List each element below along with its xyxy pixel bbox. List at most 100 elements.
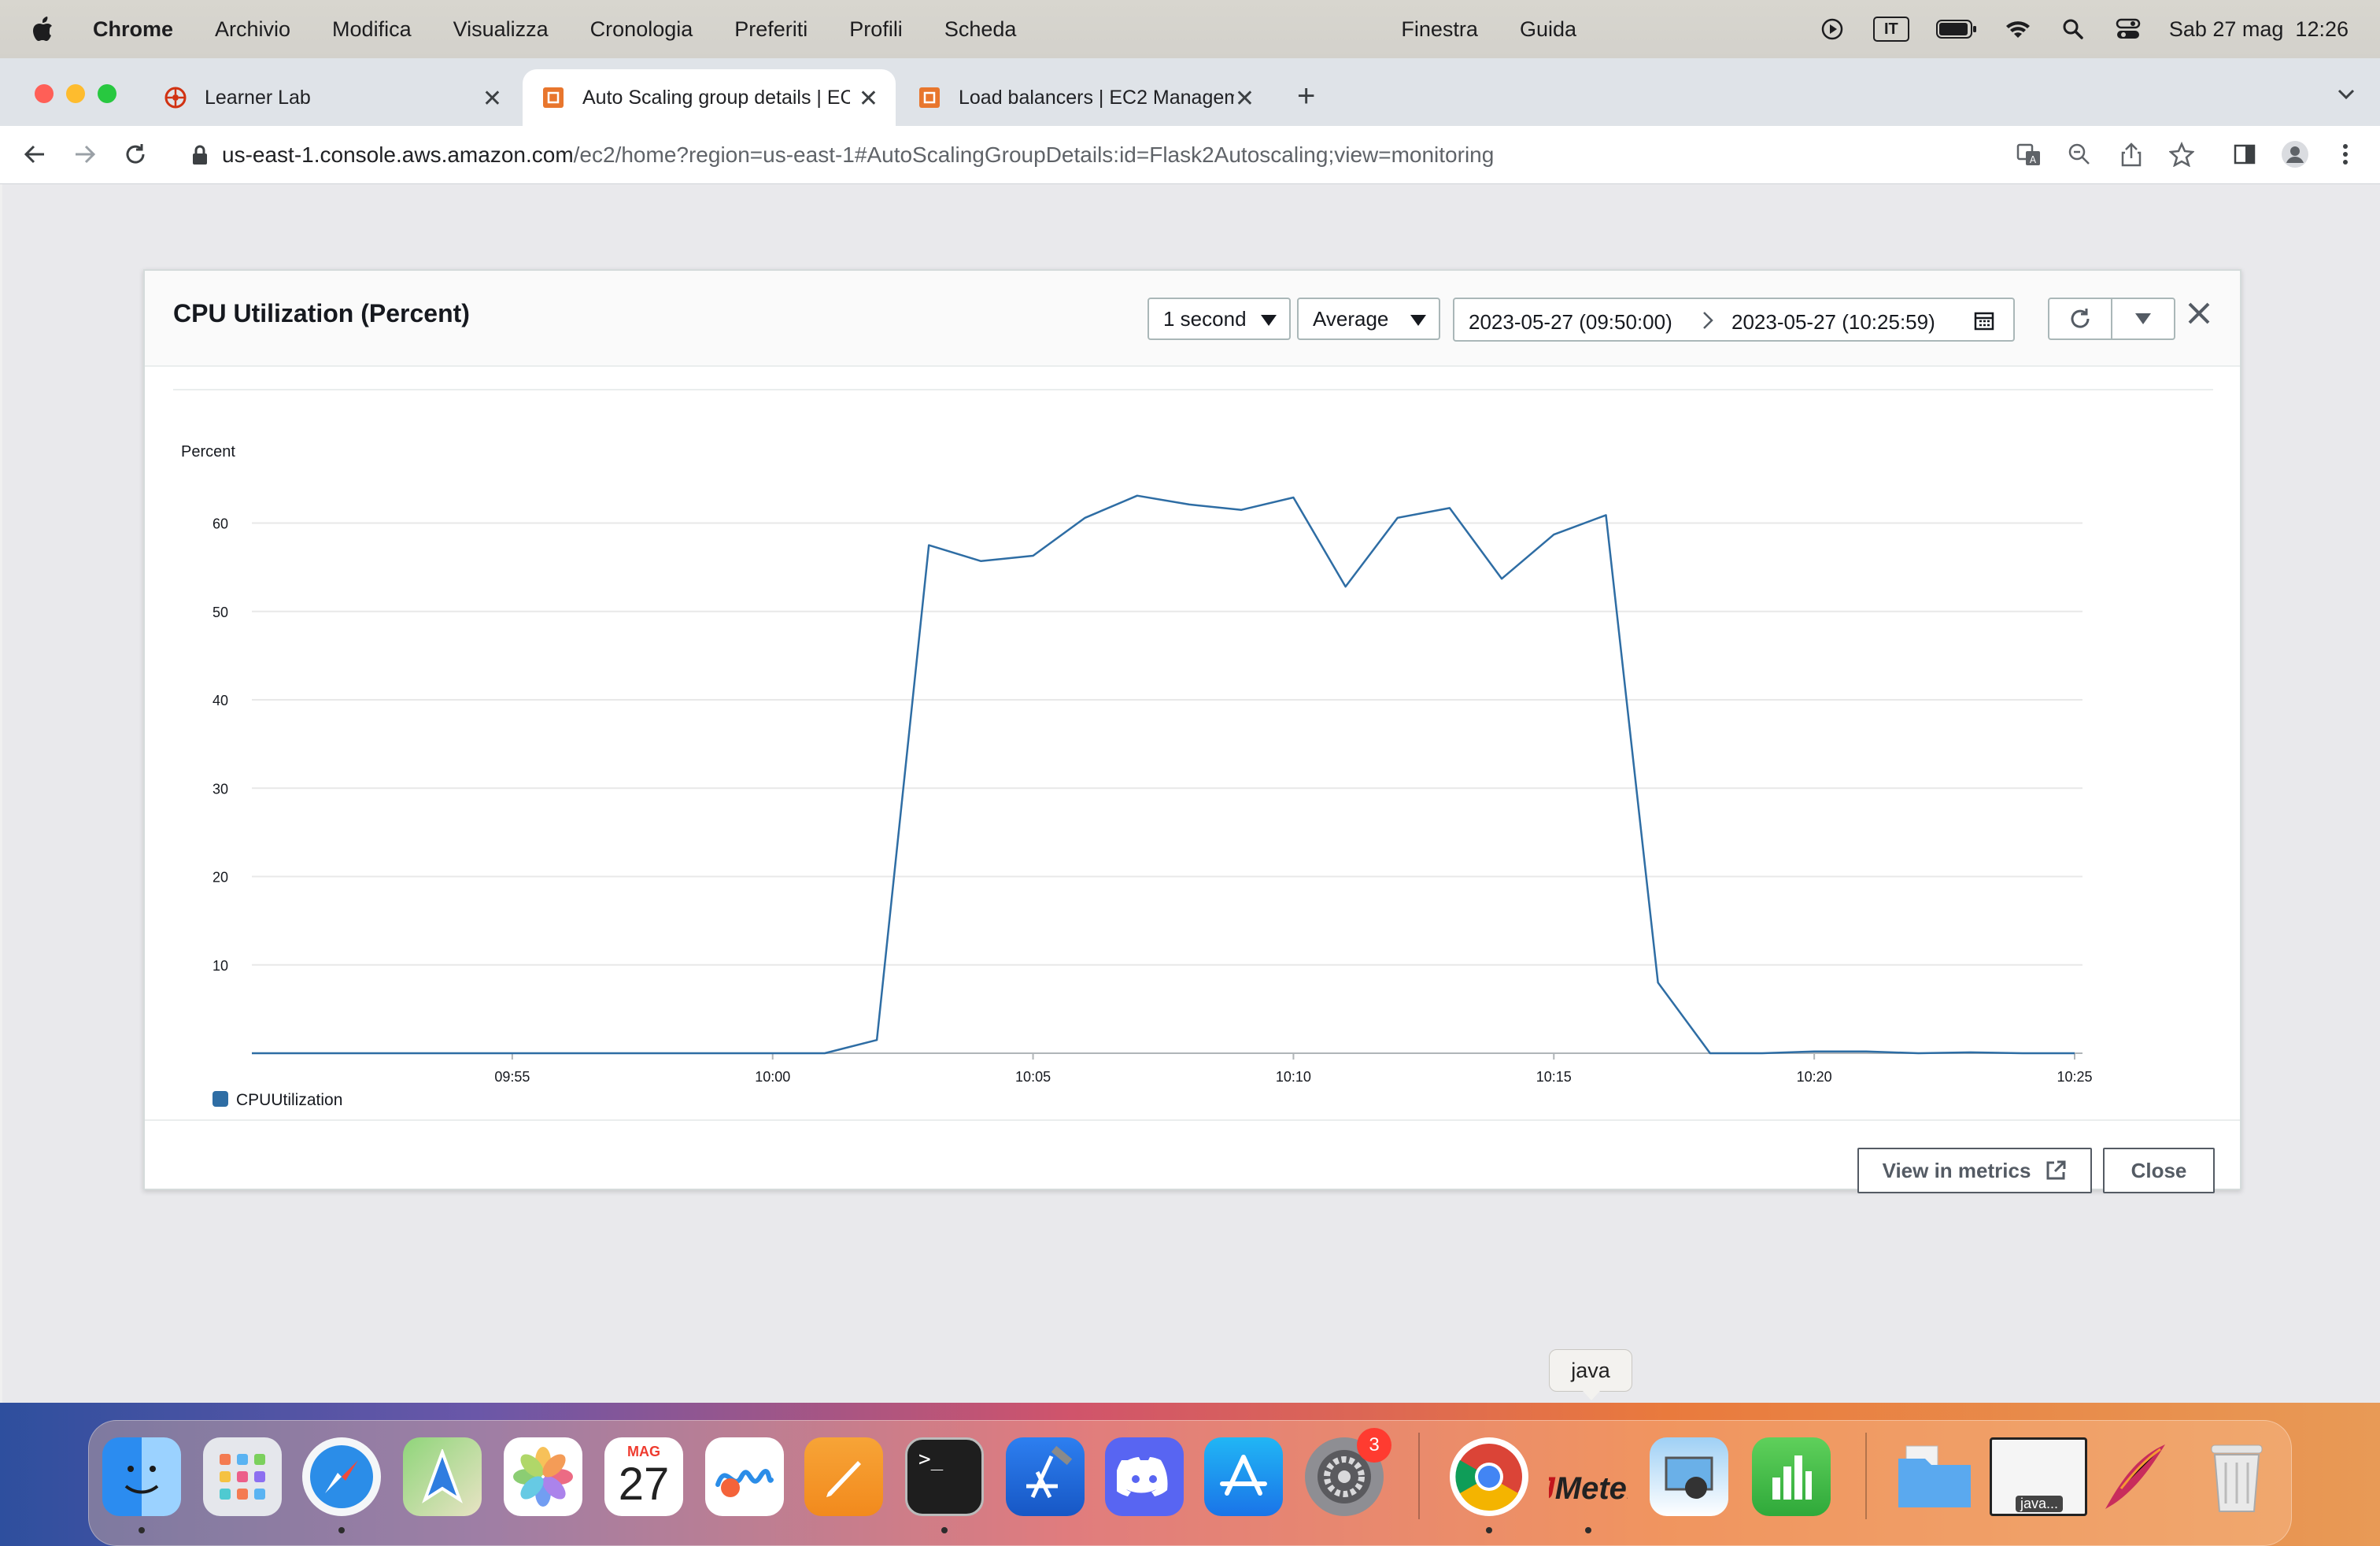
input-source-icon[interactable]: IT bbox=[1872, 17, 1909, 42]
view-in-metrics-button[interactable]: View in metrics bbox=[1857, 1148, 2092, 1193]
apache-feather-icon[interactable] bbox=[2094, 1437, 2172, 1516]
refresh-options-button[interactable] bbox=[2111, 298, 2175, 340]
aws-ec2-favicon-icon bbox=[543, 87, 564, 108]
window-minimize-button[interactable] bbox=[66, 84, 85, 103]
safari-icon[interactable] bbox=[302, 1437, 381, 1516]
pages-icon[interactable] bbox=[804, 1437, 883, 1516]
statistic-select[interactable]: Average bbox=[1297, 298, 1440, 340]
dock-separator bbox=[1865, 1433, 1867, 1519]
launchpad-icon[interactable] bbox=[203, 1437, 282, 1516]
maps-icon[interactable] bbox=[403, 1437, 482, 1516]
xcode-icon[interactable] bbox=[1006, 1437, 1085, 1516]
browser-menu-icon[interactable] bbox=[2331, 140, 2360, 168]
menu-scheda[interactable]: Scheda bbox=[944, 17, 1017, 42]
x-tick-label: 10:05 bbox=[1015, 1069, 1051, 1085]
discord-icon[interactable] bbox=[1105, 1437, 1184, 1516]
caret-down-icon bbox=[2135, 313, 2151, 324]
close-button[interactable]: Close bbox=[2103, 1148, 2215, 1193]
jmeter-icon[interactable]: JMeter bbox=[1549, 1437, 1628, 1516]
modal-close-icon[interactable] bbox=[2183, 298, 2215, 329]
external-link-icon bbox=[2046, 1160, 2066, 1180]
zoom-icon[interactable] bbox=[2065, 140, 2094, 168]
tab-search-chevron-icon[interactable] bbox=[2334, 82, 2358, 105]
forward-button[interactable] bbox=[69, 139, 101, 170]
menu-guida[interactable]: Guida bbox=[1520, 17, 1576, 42]
calendar-icon[interactable] bbox=[1974, 310, 1994, 331]
address-bar[interactable]: us-east-1.console.aws.amazon.com/ec2/hom… bbox=[170, 135, 2223, 176]
menu-modifica[interactable]: Modifica bbox=[332, 17, 412, 42]
calendar-icon[interactable]: MAG 27 bbox=[604, 1437, 683, 1516]
preview-icon[interactable] bbox=[1650, 1437, 1728, 1516]
y-tick-label: 60 bbox=[213, 516, 228, 532]
y-axis-label: Percent bbox=[181, 444, 235, 460]
running-indicator bbox=[941, 1527, 948, 1533]
trash-icon[interactable] bbox=[2197, 1437, 2276, 1516]
profile-avatar-icon[interactable] bbox=[2281, 140, 2309, 168]
x-tick-label: 10:10 bbox=[1276, 1069, 1311, 1085]
aws-ec2-favicon-icon bbox=[919, 87, 940, 108]
running-indicator bbox=[1486, 1527, 1492, 1533]
period-select[interactable]: 1 second bbox=[1148, 298, 1291, 340]
java-window-preview-icon[interactable]: java... bbox=[1990, 1437, 2087, 1516]
bookmark-star-icon[interactable] bbox=[2168, 140, 2196, 168]
menu-archivio[interactable]: Archivio bbox=[215, 17, 290, 42]
battery-icon[interactable] bbox=[1935, 17, 1977, 41]
reload-button[interactable] bbox=[120, 139, 151, 170]
range-end: 2023-05-27 (10:25:59) bbox=[1731, 310, 1935, 334]
date-range-picker[interactable]: 2023-05-27 (09:50:00) 2023-05-27 (10:25:… bbox=[1453, 298, 2015, 342]
downloads-folder-icon[interactable] bbox=[1895, 1437, 1974, 1516]
y-tick-label: 10 bbox=[213, 958, 228, 974]
refresh-button[interactable] bbox=[2048, 298, 2112, 340]
header-divider bbox=[173, 389, 2213, 390]
window-zoom-button[interactable] bbox=[98, 84, 116, 103]
back-arrow-icon bbox=[24, 145, 44, 164]
close-label: Close bbox=[2131, 1158, 2187, 1182]
url-path: /ec2/home?region=us-east-1#AutoScalingGr… bbox=[573, 142, 1495, 167]
terminal-icon[interactable]: >_ bbox=[905, 1437, 984, 1516]
freeform-icon[interactable] bbox=[705, 1437, 784, 1516]
control-center-icon[interactable] bbox=[2114, 17, 2142, 41]
wifi-icon[interactable] bbox=[2004, 17, 2032, 41]
menu-profili[interactable]: Profili bbox=[849, 17, 903, 42]
menu-bar: Chrome Archivio Modifica Visualizza Cron… bbox=[0, 0, 2380, 58]
footer-divider bbox=[145, 1119, 2240, 1121]
spotlight-search-icon[interactable] bbox=[2059, 17, 2087, 41]
menu-finestra[interactable]: Finestra bbox=[1401, 17, 1478, 42]
apple-logo-icon[interactable] bbox=[31, 17, 54, 42]
tab-learner-lab[interactable]: Learner Lab ✕ bbox=[145, 69, 519, 126]
photos-icon[interactable] bbox=[504, 1437, 582, 1516]
menu-clock[interactable]: Sab 27 mag 12:26 bbox=[2169, 17, 2349, 42]
finder-icon[interactable] bbox=[102, 1437, 181, 1516]
window-close-button[interactable] bbox=[35, 84, 54, 103]
translate-icon[interactable]: A bbox=[2015, 140, 2043, 168]
svg-text:A: A bbox=[2030, 154, 2037, 165]
share-icon[interactable] bbox=[2117, 140, 2145, 168]
statistic-value: Average bbox=[1313, 306, 1389, 331]
tab-close-icon[interactable]: ✕ bbox=[1235, 85, 1255, 113]
y-tick-label: 50 bbox=[213, 605, 228, 620]
app-store-icon[interactable] bbox=[1204, 1437, 1283, 1516]
side-panel-icon[interactable] bbox=[2230, 140, 2259, 168]
chrome-icon[interactable] bbox=[1450, 1437, 1528, 1516]
tab-auto-scaling-group[interactable]: Auto Scaling group details | EC2 ✕ bbox=[523, 69, 896, 126]
running-indicator bbox=[139, 1527, 145, 1533]
tab-close-icon[interactable]: ✕ bbox=[482, 85, 502, 113]
now-playing-icon[interactable] bbox=[1818, 17, 1846, 41]
menu-visualizza[interactable]: Visualizza bbox=[453, 17, 549, 42]
learner-lab-favicon-icon bbox=[164, 87, 187, 109]
numbers-icon[interactable] bbox=[1752, 1437, 1831, 1516]
modal-title: CPU Utilization (Percent) bbox=[173, 299, 470, 327]
settings-badge: 3 bbox=[1357, 1428, 1391, 1463]
calendar-month: MAG bbox=[627, 1444, 660, 1459]
x-tick-label: 09:55 bbox=[494, 1069, 530, 1085]
new-tab-button[interactable]: + bbox=[1297, 79, 1315, 114]
menu-cronologia[interactable]: Cronologia bbox=[590, 17, 693, 42]
tab-load-balancers[interactable]: Load balancers | EC2 Management ✕ bbox=[899, 69, 1272, 126]
x-tick-label: 10:00 bbox=[755, 1069, 790, 1085]
back-button[interactable] bbox=[19, 139, 50, 170]
menu-preferiti[interactable]: Preferiti bbox=[734, 17, 808, 42]
caret-down-icon bbox=[1261, 315, 1277, 326]
menu-app-chrome[interactable]: Chrome bbox=[93, 17, 173, 42]
tab-close-icon[interactable]: ✕ bbox=[859, 85, 878, 113]
lock-icon[interactable] bbox=[192, 145, 208, 165]
